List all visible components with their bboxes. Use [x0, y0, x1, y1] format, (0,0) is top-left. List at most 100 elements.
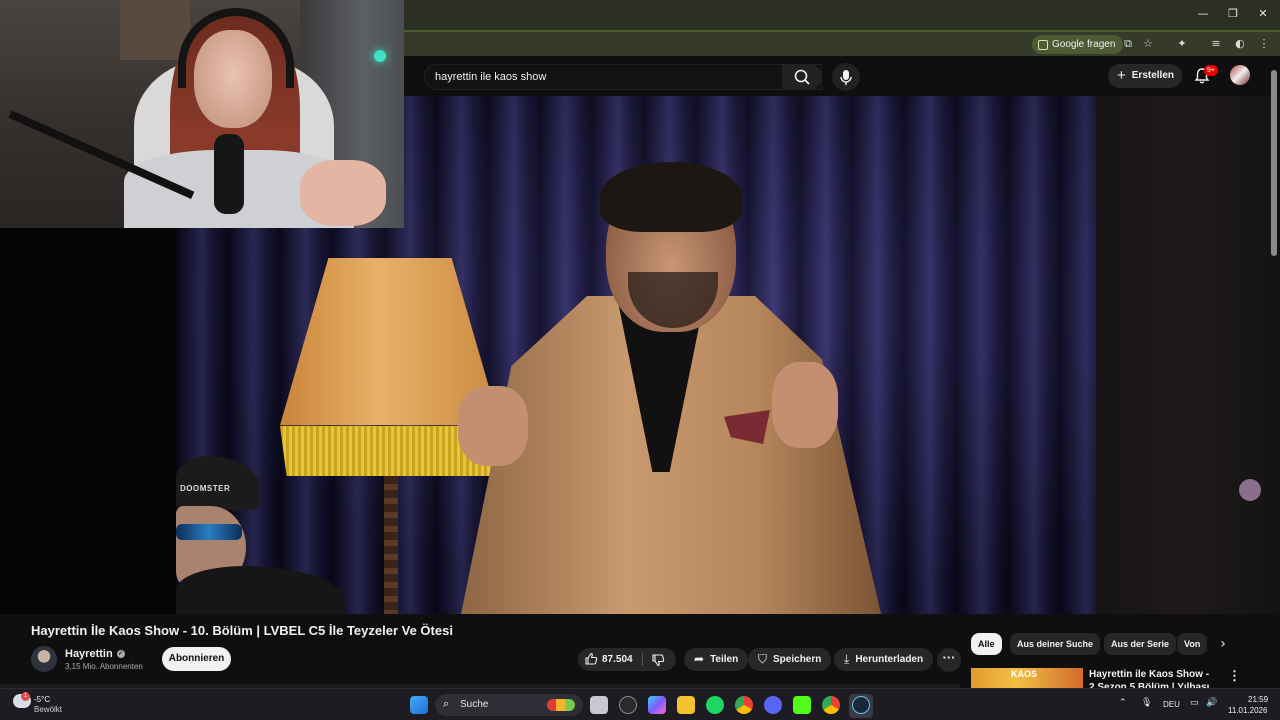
thumbs-down-icon[interactable]: [651, 653, 665, 667]
save-button[interactable]: ⛉ Speichern: [748, 648, 832, 671]
input-language[interactable]: DEU: [1163, 700, 1180, 709]
share-label: Teilen: [710, 654, 739, 665]
host-hair: [600, 162, 742, 232]
channel-name[interactable]: Hayrettin: [65, 648, 113, 660]
recommendation-thumbnail[interactable]: KAOS: [971, 668, 1083, 688]
spotify-icon[interactable]: [706, 696, 724, 714]
search-input[interactable]: [435, 65, 755, 89]
thumbs-up-icon[interactable]: [584, 652, 598, 666]
recommendation-thumb-text: KAOS: [1011, 669, 1038, 679]
bookmark-star-icon[interactable]: ☆: [1140, 36, 1156, 52]
taskbar-search-label: Suche: [460, 699, 489, 710]
chrome-icon[interactable]: [735, 696, 753, 714]
search-button[interactable]: [782, 64, 822, 90]
copilot-icon[interactable]: [648, 696, 666, 714]
app-icon-1[interactable]: [619, 696, 637, 714]
extensions-icon[interactable]: ✦: [1174, 36, 1190, 52]
scrollbar-thumb[interactable]: [1271, 70, 1277, 256]
save-label: Speichern: [773, 654, 822, 665]
chip-from[interactable]: Von: [1177, 633, 1208, 655]
kick-icon[interactable]: [793, 696, 811, 714]
bookmark-icon: ⛉: [758, 652, 768, 666]
voice-search-button[interactable]: [832, 63, 860, 91]
steam-icon[interactable]: [852, 696, 870, 714]
create-button[interactable]: + Erstellen: [1108, 64, 1182, 88]
search-box: ✕: [424, 64, 822, 90]
guest-sunglasses: [176, 524, 242, 540]
recommendation-title[interactable]: Hayrettin ile Kaos Show - 2.Sezon 5.Bölü…: [1089, 668, 1219, 688]
clock-time[interactable]: 21:59: [1248, 695, 1268, 704]
tray-mic-icon[interactable]: 🎙: [1141, 698, 1152, 708]
close-button[interactable]: ✕: [1254, 6, 1272, 22]
microphone-icon: [840, 70, 852, 85]
chevron-right-icon[interactable]: ›: [1213, 633, 1233, 655]
download-button[interactable]: ⤓ Herunterladen: [834, 648, 934, 671]
like-count[interactable]: 87.504: [602, 648, 633, 671]
page-scrollbar[interactable]: [1270, 60, 1278, 260]
browser-title-bar: — ❐ ✕: [404, 0, 1280, 30]
like-divider: [642, 653, 643, 666]
create-label: Erstellen: [1131, 70, 1175, 81]
download-label: Herunterladen: [855, 654, 924, 665]
notification-count-badge: 9+: [1204, 65, 1218, 76]
weather-temperature[interactable]: -5°C: [34, 695, 50, 704]
windows-start-icon[interactable]: [410, 696, 428, 714]
clock-date[interactable]: 11.01.2026: [1228, 706, 1267, 715]
profile-icon[interactable]: ◐: [1232, 36, 1248, 52]
streaming-microphone: [214, 134, 244, 214]
verified-check-icon: ✓: [116, 650, 125, 658]
guest-figure: DOOMSTER: [176, 456, 346, 614]
browser-menu-icon[interactable]: ⋮: [1256, 36, 1272, 52]
streamer-webcam-overlay: [0, 0, 404, 228]
windows-taskbar: 1 -5°C Bewölkt ⌕ Suche ⌃ 🎙 DEU ▭ 🔊 21:59…: [0, 688, 1280, 720]
chip-from-series[interactable]: Aus der Serie: [1104, 633, 1177, 655]
share-arrow-icon: ➦: [694, 652, 705, 666]
video-title: Hayrettin İle Kaos Show - 10. Bölüm | LV…: [31, 623, 453, 638]
weather-description[interactable]: Bewölkt: [34, 705, 62, 714]
chip-from-search[interactable]: Aus deiner Suche: [1010, 633, 1101, 655]
media-controls-icon[interactable]: ≡: [1208, 36, 1224, 52]
streamer-hand: [300, 160, 386, 226]
channel-watermark-icon[interactable]: [1239, 479, 1261, 501]
host-left-hand: [458, 386, 528, 466]
guest-cap: [176, 456, 260, 510]
chip-all[interactable]: Alle: [971, 633, 1002, 655]
webcam-led-light: [374, 50, 386, 62]
youtube-masthead: ✕ + Erstellen 9+: [404, 56, 1280, 96]
like-dislike-group: 87.504: [578, 648, 676, 671]
share-button[interactable]: ➦ Teilen: [684, 648, 749, 671]
weather-alert-badge: 1: [21, 692, 30, 701]
video-info-section: Hayrettin İle Kaos Show - 10. Bölüm | LV…: [0, 614, 1280, 688]
tray-overflow-icon[interactable]: ⌃: [1119, 698, 1127, 708]
search-highlight-icon: [547, 699, 575, 711]
google-ask-label: Google fragen: [1052, 39, 1116, 50]
discord-icon[interactable]: [764, 696, 782, 714]
download-icon: ⤓: [844, 652, 850, 666]
task-view-icon[interactable]: [590, 696, 608, 714]
install-app-icon[interactable]: ⧉: [1120, 36, 1136, 52]
recommendation-menu-icon[interactable]: ⋮: [1228, 668, 1241, 684]
volume-icon[interactable]: 🔊: [1206, 698, 1217, 708]
channel-avatar[interactable]: [31, 646, 57, 672]
video-backstage-right: [1096, 96, 1280, 614]
browser-toolbar: Google fragen ⧉ ☆ ✦ ≡ ◐ ⋮: [404, 30, 1280, 56]
search-icon: [794, 69, 810, 85]
more-actions-button[interactable]: ···: [937, 648, 961, 672]
google-ask-button[interactable]: Google fragen: [1032, 35, 1124, 54]
host-right-hand: [772, 362, 838, 448]
account-avatar[interactable]: [1230, 65, 1250, 85]
taskbar-search-icon: ⌕: [443, 697, 450, 710]
minimize-button[interactable]: —: [1194, 6, 1212, 22]
subscriber-count: 3,15 Mio. Abonnenten: [65, 662, 143, 671]
floor-lamp-pole: [384, 476, 398, 614]
network-icon[interactable]: ▭: [1190, 698, 1199, 708]
plus-icon: +: [1117, 67, 1126, 84]
taskbar-search[interactable]: ⌕ Suche: [435, 694, 583, 716]
subscribe-button[interactable]: Abonnieren: [162, 647, 231, 671]
lens-icon: [1038, 39, 1048, 50]
guest-cap-text: DOOMSTER: [180, 484, 231, 493]
file-explorer-icon[interactable]: [677, 696, 695, 714]
channel-name-row[interactable]: Hayrettin ✓: [65, 648, 125, 660]
restore-button[interactable]: ❐: [1224, 6, 1242, 22]
chrome-profile-icon[interactable]: [822, 696, 840, 714]
